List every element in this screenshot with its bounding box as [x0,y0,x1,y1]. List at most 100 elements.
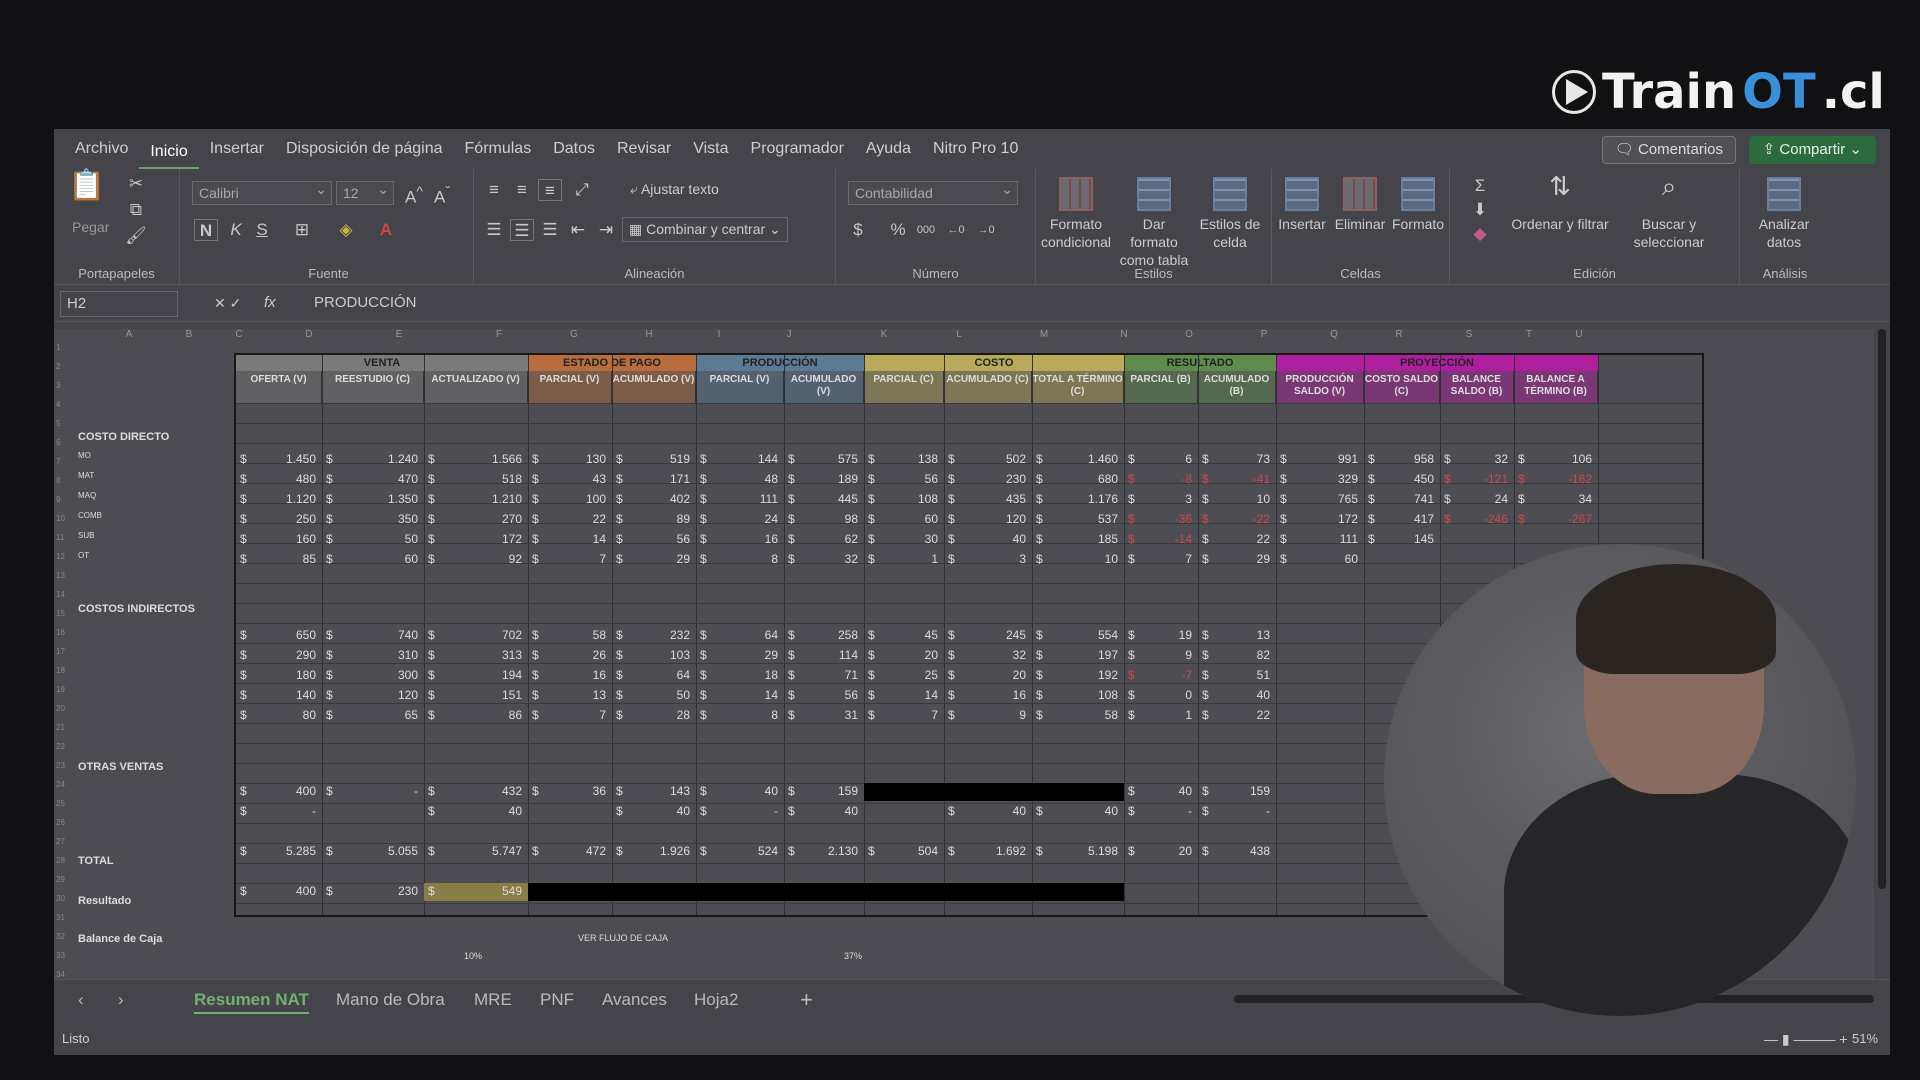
row-header[interactable]: 18 [56,666,65,675]
row-header[interactable]: 20 [56,704,65,713]
table-cell[interactable]: $40 [948,531,1026,547]
table-cell[interactable]: $64 [700,627,778,643]
table-cell[interactable]: $172 [1280,511,1358,527]
table-cell[interactable]: $25 [868,667,938,683]
table-cell[interactable]: $106 [1518,451,1592,467]
table-cell[interactable]: $19 [1128,627,1192,643]
table-cell[interactable]: $22 [532,511,606,527]
table-cell[interactable]: $36 [532,783,606,799]
prev-sheet-icon[interactable]: ‹ [78,988,84,1012]
table-cell[interactable]: $991 [1280,451,1358,467]
row-header[interactable]: 8 [56,476,60,485]
table-cell[interactable]: $40 [948,803,1026,819]
autosum-icon[interactable]: Σ [1468,175,1492,197]
table-cell[interactable]: $29 [1202,551,1270,567]
table-cell[interactable]: $450 [1368,471,1434,487]
row-header[interactable]: 13 [56,571,65,580]
table-cell[interactable]: $189 [788,471,858,487]
fill-color-icon[interactable]: ◈ [334,219,358,241]
align-right-icon[interactable]: ☰ [538,219,562,241]
menu-item[interactable]: Vista [682,129,739,169]
table-cell[interactable]: $20 [948,667,1026,683]
table-cell[interactable]: $120 [948,511,1026,527]
font-size-select[interactable]: 12 [336,178,394,205]
table-cell[interactable]: $1.210 [428,491,522,507]
table-cell[interactable]: $16 [532,667,606,683]
table-cell[interactable]: $1.120 [240,491,316,507]
table-cell[interactable]: $250 [240,511,316,527]
table-cell[interactable]: $6 [1128,451,1192,467]
table-cell[interactable]: $445 [788,491,858,507]
table-cell[interactable]: $80 [240,707,316,723]
table-cell[interactable]: $ - [240,803,316,819]
table-cell[interactable]: $40 [428,803,522,819]
row-header[interactable]: 17 [56,647,65,656]
conditional-format-button[interactable]: Formato condicional [1040,177,1112,251]
table-cell[interactable]: $40 [1036,803,1118,819]
sheet-tab[interactable]: PNF [540,988,574,1012]
table-cell[interactable]: $130 [532,451,606,467]
table-cell[interactable]: $ - [1128,803,1192,819]
table-cell[interactable]: $ -36 [1128,511,1192,527]
row-header[interactable]: 22 [56,742,65,751]
table-cell[interactable]: $24 [700,511,778,527]
table-cell[interactable]: $680 [1036,471,1118,487]
table-cell[interactable]: $144 [700,451,778,467]
table-cell[interactable]: $400 [240,783,316,799]
table-cell[interactable]: $435 [948,491,1026,507]
align-center-icon[interactable]: ☰ [510,219,534,241]
table-cell[interactable]: $549 [428,883,522,899]
cell-styles-button[interactable]: Estilos de celda [1194,177,1266,251]
column-header[interactable]: I [704,329,734,340]
cut-icon[interactable]: ✂ [124,173,148,195]
column-header[interactable]: P [1249,329,1279,340]
orientation-icon[interactable]: ⤢ [570,179,594,201]
table-cell[interactable]: $400 [240,883,316,899]
column-header[interactable]: R [1384,329,1414,340]
table-cell[interactable]: $18 [700,667,778,683]
table-cell[interactable]: $741 [1368,491,1434,507]
table-cell[interactable]: $108 [1036,687,1118,703]
table-cell[interactable]: $1.566 [428,451,522,467]
table-cell[interactable]: $ -22 [1202,511,1270,527]
column-header[interactable]: Q [1319,329,1349,340]
format-painter-icon[interactable]: 🖌 [124,225,148,247]
row-header[interactable]: 32 [56,932,65,941]
table-cell[interactable]: $100 [532,491,606,507]
table-cell[interactable]: $32 [788,551,858,567]
table-cell[interactable]: $ - [1202,803,1270,819]
table-cell[interactable]: $62 [788,531,858,547]
row-header[interactable]: 2 [56,362,60,371]
table-cell[interactable]: $300 [326,667,418,683]
format-cells-button[interactable]: Formato [1388,177,1448,233]
table-cell[interactable]: $9 [948,707,1026,723]
add-sheet-icon[interactable]: + [800,988,813,1012]
table-cell[interactable]: $50 [616,687,690,703]
table-cell[interactable]: $8 [700,551,778,567]
table-cell[interactable]: $32 [1444,451,1508,467]
row-header[interactable]: 3 [56,381,60,390]
row-header[interactable]: 28 [56,856,65,865]
table-cell[interactable]: $245 [948,627,1026,643]
copy-icon[interactable]: ⧉ [124,199,148,221]
table-cell[interactable]: $1.926 [616,843,690,859]
analyze-data-button[interactable]: Analizar datos [1748,177,1820,251]
sheet-tab[interactable]: Hoja2 [694,988,738,1012]
table-cell[interactable]: $650 [240,627,316,643]
table-cell[interactable]: $432 [428,783,522,799]
table-cell[interactable]: $13 [1202,627,1270,643]
table-cell[interactable]: $5.055 [326,843,418,859]
table-cell[interactable]: $92 [428,551,522,567]
table-cell[interactable]: $138 [868,451,938,467]
sort-filter-button[interactable]: ⇅ Ordenar y filtrar [1510,173,1610,233]
table-cell[interactable]: $16 [948,687,1026,703]
increase-font-icon[interactable]: A^ [402,181,426,207]
bold-button[interactable]: N [194,219,218,241]
number-format-select[interactable]: Contabilidad [848,178,1018,205]
table-cell[interactable]: $518 [428,471,522,487]
table-cell[interactable]: $22 [1202,531,1270,547]
find-select-button[interactable]: ⌕ Buscar y seleccionar [1614,173,1724,251]
name-box[interactable]: H2 [60,291,178,317]
table-cell[interactable]: $40 [616,803,690,819]
table-cell[interactable]: $310 [326,647,418,663]
